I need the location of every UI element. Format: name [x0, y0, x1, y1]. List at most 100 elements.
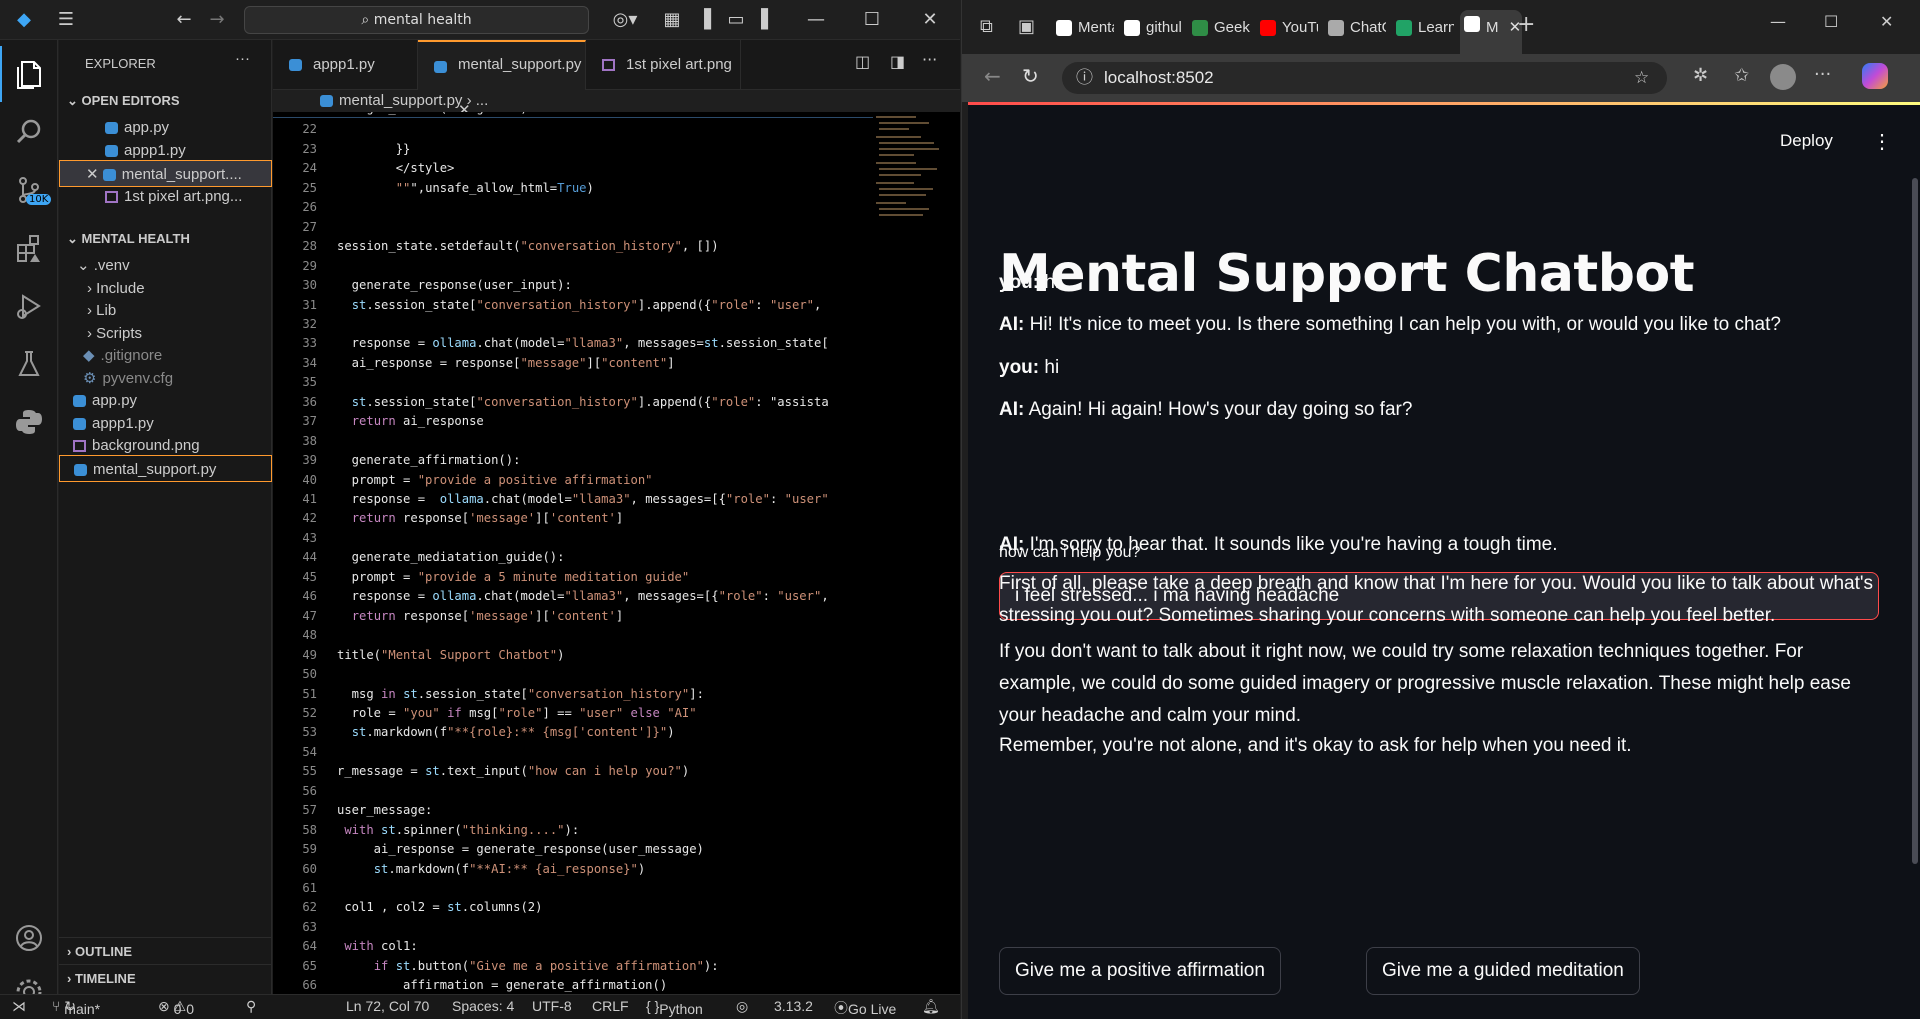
code-line: 63 — [273, 918, 873, 937]
open-editor-item[interactable]: 1st pixel art.png... — [59, 183, 272, 210]
line-number: 42 — [302, 511, 317, 526]
outline-section[interactable]: › OUTLINE — [59, 937, 272, 964]
run-debug-icon[interactable] — [0, 278, 58, 334]
editor-more-icon[interactable]: ··· — [922, 50, 937, 69]
breadcrumb-more[interactable]: ... — [476, 92, 489, 109]
affirmation-button[interactable]: Give me a positive affirmation — [999, 947, 1281, 995]
python-file-icon — [74, 463, 87, 476]
maximize-icon[interactable]: ☐ — [860, 8, 884, 32]
profile-avatar[interactable] — [1770, 64, 1796, 90]
remote-icon[interactable]: ⋊ — [12, 998, 26, 1015]
browser-tab[interactable]: githul — [1120, 14, 1182, 42]
error-count: 0 — [173, 1001, 182, 1017]
browser-tab-label: M — [1486, 19, 1499, 36]
go-live-button[interactable]: ⦿ Go Live — [834, 998, 896, 1018]
editor-tab[interactable]: mental_support.py ✕ — [418, 40, 586, 119]
new-tab-icon[interactable]: + — [1517, 12, 1535, 37]
favorites-icon[interactable]: ✩ — [1734, 65, 1749, 86]
copilot-icon[interactable] — [1862, 63, 1888, 89]
browser-tab[interactable]: YouTu — [1256, 14, 1318, 42]
line-number: 59 — [302, 842, 317, 857]
encoding[interactable]: UTF-8 — [532, 998, 572, 1014]
tab-actions-icon[interactable]: ▣ — [1018, 16, 1035, 37]
deploy-button[interactable]: Deploy — [1780, 131, 1833, 151]
close-icon[interactable]: ✕ — [918, 8, 942, 32]
tree-item-label: .gitignore — [100, 347, 163, 364]
browser-minimize-icon[interactable]: — — [1770, 12, 1786, 31]
folder-header[interactable]: ⌄ MENTAL HEALTH — [59, 225, 272, 252]
python-icon[interactable] — [0, 394, 58, 450]
site-info-icon[interactable]: ⓘ — [1076, 62, 1093, 94]
testing-icon[interactable] — [0, 336, 58, 392]
go-live-label: Go Live — [848, 1001, 897, 1017]
message-role: you: — [999, 272, 1040, 293]
toggle-secondary-sidebar-icon[interactable]: ▌ — [756, 8, 780, 32]
browser-menu-icon[interactable]: ··· — [1814, 64, 1831, 85]
code-editor[interactable]: 7 get_base64(background):2223 }}24 </sty… — [273, 112, 873, 994]
more-actions-icon[interactable]: ··· — [235, 50, 250, 67]
close-icon[interactable]: ✕ — [86, 166, 103, 183]
tree-item[interactable]: mental_support.py — [59, 454, 272, 482]
extensions-puzzle-icon[interactable]: ✲ — [1693, 65, 1708, 86]
editor-tab[interactable]: 1st pixel art.png — [586, 40, 741, 90]
breadcrumb-file[interactable]: mental_support.py — [339, 92, 462, 109]
extensions-icon[interactable] — [0, 220, 58, 276]
address-bar[interactable]: ⓘ localhost:8502 ☆ — [1062, 62, 1667, 94]
browser-tab[interactable]: ChatG — [1324, 14, 1386, 42]
browser-maximize-icon[interactable]: ☐ — [1824, 12, 1838, 31]
run-icon[interactable]: ⚲ — [246, 998, 256, 1015]
minimize-icon[interactable]: — — [804, 8, 828, 32]
notifications-icon[interactable]: 🔔︎ — [922, 998, 940, 1015]
problems-indicator[interactable]: ⊗ 0 ⚠ 0 — [158, 998, 194, 1017]
copilot-status-icon[interactable]: ◎ — [736, 998, 748, 1015]
open-preview-icon[interactable]: ◫ — [855, 52, 870, 71]
python-version[interactable]: 3.13.2 — [774, 998, 813, 1014]
editor-tab[interactable]: appp1.py — [273, 40, 418, 90]
line-number: 45 — [302, 569, 317, 584]
menu-icon[interactable]: ☰ — [54, 8, 78, 32]
open-editor-label: 1st pixel art.png... — [124, 188, 243, 205]
line-number: 49 — [302, 647, 317, 662]
search-icon[interactable] — [0, 104, 58, 160]
open-editors-header[interactable]: ⌄ OPEN EDITORS — [59, 87, 272, 114]
customize-layout-icon[interactable]: ▦ — [660, 8, 684, 32]
forward-arrow-icon[interactable]: → — [205, 8, 229, 32]
language-mode[interactable]: { } Python — [646, 998, 703, 1017]
end-of-line[interactable]: CRLF — [592, 998, 629, 1014]
code-text: session_state.setdefault("conversation_h… — [337, 239, 719, 254]
toggle-sidebar-icon[interactable]: ▐ — [692, 8, 716, 32]
split-editor-icon[interactable]: ◨ — [890, 52, 905, 71]
explorer-icon[interactable] — [0, 46, 58, 102]
branch-indicator[interactable]: ⑂ main* ↻ — [52, 998, 100, 1017]
browser-tab-label: Geeks — [1214, 19, 1250, 36]
breadcrumb[interactable]: mental_support.py › ... — [273, 90, 960, 112]
line-number: 50 — [302, 667, 317, 682]
python-file-icon — [105, 122, 118, 135]
browser-tab[interactable]: Geeks — [1188, 14, 1250, 42]
message-role: AI: — [999, 314, 1025, 335]
browser-close-icon[interactable]: ✕ — [1880, 12, 1893, 31]
main-menu-icon[interactable]: ⋮ — [1872, 129, 1892, 154]
back-icon[interactable]: ← — [984, 64, 1001, 88]
toggle-panel-icon[interactable]: ▭ — [724, 8, 748, 32]
account-icon[interactable] — [0, 910, 58, 966]
browser-tab[interactable]: M ✕ — [1460, 10, 1522, 54]
page-scrollbar[interactable] — [1912, 178, 1918, 864]
cursor-position[interactable]: Ln 72, Col 70 — [346, 998, 429, 1014]
minimap[interactable] — [873, 112, 960, 994]
code-line: 51 msg in st.session_state["conversation… — [273, 685, 873, 704]
tree-item-label: Include — [96, 279, 145, 297]
back-arrow-icon[interactable]: ← — [172, 8, 196, 32]
browser-tab[interactable]: Menta — [1052, 14, 1114, 42]
command-center-search[interactable]: ⌕ mental health — [244, 6, 589, 34]
workspaces-icon[interactable]: ⧉ — [980, 16, 993, 37]
indentation[interactable]: Spaces: 4 — [452, 998, 514, 1014]
copilot-icon[interactable]: ◎▾ — [608, 8, 642, 32]
timeline-section[interactable]: › TIMELINE — [59, 964, 272, 991]
favicon-icon — [1464, 16, 1480, 32]
browser-tab[interactable]: Learn — [1392, 14, 1454, 42]
favorite-star-icon[interactable]: ☆ — [1634, 62, 1649, 94]
source-control-icon[interactable]: 10K — [0, 162, 58, 218]
reload-icon[interactable]: ↻ — [1022, 64, 1039, 88]
meditation-button[interactable]: Give me a guided meditation — [1366, 947, 1640, 995]
